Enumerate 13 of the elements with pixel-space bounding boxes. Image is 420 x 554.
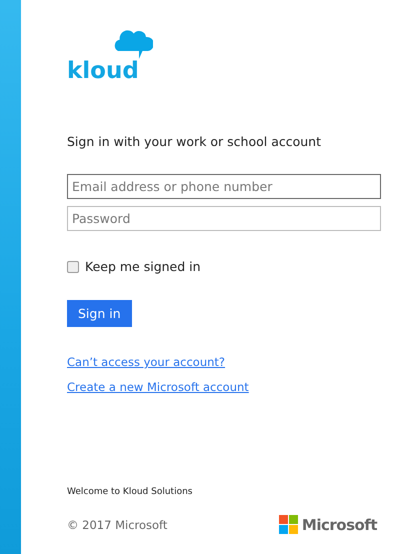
password-field[interactable]: Password (67, 206, 381, 231)
email-field[interactable]: Email address or phone number (67, 174, 381, 199)
link[interactable]: Create a new Microsoft account (67, 380, 249, 394)
checkbox[interactable] (67, 260, 79, 272)
windows-logo-icon (278, 515, 298, 534)
welcome-text: Welcome to Kloud Solutions (67, 487, 194, 497)
link[interactable]: Can’t access your account? (67, 355, 226, 369)
heading: Sign in with your work or school account (67, 134, 322, 149)
logo-text: kloud (67, 60, 139, 82)
copyright: © 2017 Microsoft (67, 518, 168, 532)
brand-name: Microsoft (302, 516, 377, 534)
checkbox-label: Keep me signed in (85, 259, 201, 274)
sign-in-button[interactable]: Sign in (67, 300, 132, 327)
